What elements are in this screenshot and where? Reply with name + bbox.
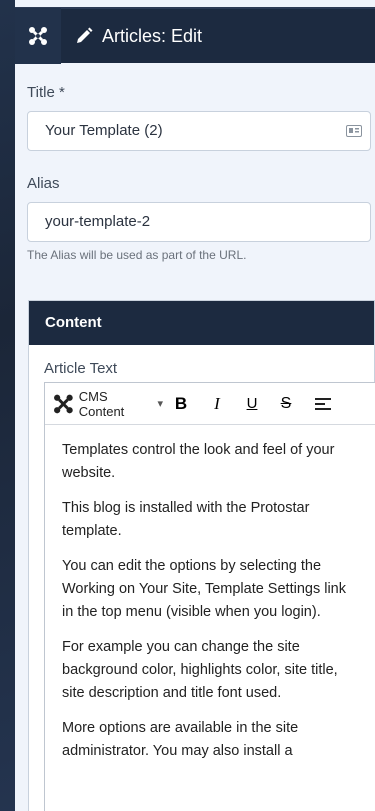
article-text-label: Article Text — [44, 360, 118, 377]
title-value: Your Template (2) — [45, 122, 163, 139]
bold-button[interactable]: B — [163, 383, 199, 425]
alias-input[interactable]: your-template-2 — [27, 202, 371, 242]
paragraph: More options are available in the site a… — [62, 720, 299, 759]
align-left-button[interactable] — [303, 383, 343, 425]
content-card-header: Content — [29, 301, 374, 345]
underline-button[interactable]: U — [235, 383, 269, 425]
paragraph: For example you can change the site back… — [62, 639, 338, 701]
paragraph: Templates control the look and feel of y… — [62, 442, 335, 481]
article-editor[interactable]: CMS Content ▾ B I U S Templates control … — [44, 382, 375, 811]
cms-content-label: CMS Content — [78, 388, 125, 419]
paragraph: This blog is installed with the Protosta… — [62, 500, 310, 539]
page-title: Articles: Edit — [61, 26, 202, 47]
joomla-icon — [54, 394, 73, 413]
title-input[interactable]: Your Template (2) — [27, 111, 371, 151]
paragraph: You can edit the options by selecting th… — [62, 558, 346, 620]
strikethrough-button[interactable]: S — [269, 383, 303, 425]
italic-button[interactable]: I — [199, 383, 235, 425]
content-card: Content Article Text CMS Content ▾ B I U… — [28, 300, 375, 811]
cms-content-dropdown[interactable]: CMS Content ▾ — [53, 383, 163, 425]
editor-body[interactable]: Templates control the look and feel of y… — [62, 439, 357, 775]
editor-toolbar: CMS Content ▾ B I U S — [45, 383, 375, 425]
title-label: Title * — [27, 84, 65, 101]
id-card-icon — [346, 125, 362, 137]
joomla-icon — [29, 27, 47, 45]
alias-hint: The Alias will be used as part of the UR… — [27, 248, 247, 262]
page-title-text: Articles: Edit — [102, 25, 203, 46]
align-left-icon — [315, 397, 331, 410]
alias-value: your-template-2 — [45, 213, 151, 230]
joomla-logo-button[interactable] — [15, 8, 61, 64]
article-edit-page: Articles: Edit Title * Your Template (2)… — [15, 0, 375, 811]
alias-label: Alias — [27, 175, 60, 192]
pencil-icon — [77, 27, 93, 43]
left-rail — [0, 0, 15, 811]
top-header: Articles: Edit — [15, 7, 375, 64]
